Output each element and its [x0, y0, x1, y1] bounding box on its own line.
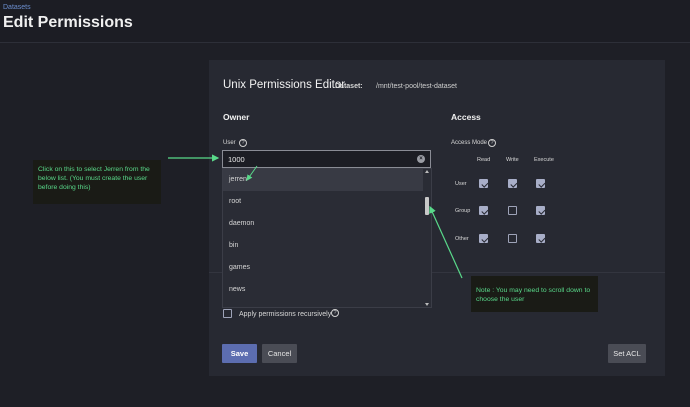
- user-option-bin[interactable]: bin: [223, 235, 423, 257]
- user-label: User: [223, 140, 236, 146]
- save-button[interactable]: Save: [222, 344, 257, 363]
- user-write-checkbox[interactable]: [508, 179, 517, 188]
- user-option-daemon[interactable]: daemon: [223, 213, 423, 235]
- user-input[interactable]: 1000 ×: [222, 150, 431, 168]
- access-section-title: Access: [451, 112, 481, 122]
- scroll-down-icon[interactable]: [425, 303, 429, 306]
- clear-icon[interactable]: ×: [417, 155, 425, 163]
- access-mode-label: Access Mode: [451, 140, 488, 146]
- user-option-news[interactable]: news: [223, 279, 423, 301]
- other-write-checkbox[interactable]: [508, 234, 517, 243]
- user-execute-checkbox[interactable]: [536, 179, 545, 188]
- apply-recursively-label: Apply permissions recursively: [239, 311, 332, 318]
- cancel-button[interactable]: Cancel: [262, 344, 297, 363]
- user-dropdown-list[interactable]: jerren root daemon bin games news: [222, 168, 432, 308]
- help-icon[interactable]: ?: [331, 309, 339, 317]
- column-write: Write: [506, 157, 519, 163]
- scroll-up-icon[interactable]: [425, 170, 429, 173]
- user-option-root[interactable]: root: [223, 191, 423, 213]
- user-read-checkbox[interactable]: [479, 179, 488, 188]
- group-read-checkbox[interactable]: [479, 206, 488, 215]
- help-icon[interactable]: ?: [488, 139, 496, 147]
- row-user-label: User: [455, 181, 467, 187]
- dataset-path: /mnt/test-pool/test-dataset: [376, 83, 457, 90]
- page-title: Edit Permissions: [3, 14, 133, 31]
- group-write-checkbox[interactable]: [508, 206, 517, 215]
- row-other-label: Other: [455, 236, 469, 242]
- column-read: Read: [477, 157, 491, 163]
- column-execute: Execute: [534, 157, 554, 163]
- group-execute-checkbox[interactable]: [536, 206, 545, 215]
- user-option-jerren[interactable]: jerren: [223, 169, 423, 191]
- dropdown-scrollbar-thumb[interactable]: [425, 197, 429, 215]
- help-icon[interactable]: ?: [239, 139, 247, 147]
- set-acl-button[interactable]: Set ACL: [608, 344, 646, 363]
- annotation-note-left: Click on this to select Jerren from the …: [33, 160, 161, 204]
- owner-section-title: Owner: [223, 112, 250, 122]
- other-read-checkbox[interactable]: [479, 234, 488, 243]
- annotation-note-right: Note : You may need to scroll down to ch…: [471, 276, 598, 312]
- page-header: Datasets Edit Permissions: [0, 0, 690, 43]
- user-option-games[interactable]: games: [223, 257, 423, 279]
- row-group-label: Group: [455, 208, 471, 214]
- user-input-value: 1000: [228, 155, 245, 164]
- apply-recursively-checkbox[interactable]: [223, 309, 232, 318]
- dataset-label: Dataset:: [335, 83, 363, 90]
- other-execute-checkbox[interactable]: [536, 234, 545, 243]
- editor-title: Unix Permissions Editor: [223, 79, 346, 91]
- breadcrumb-datasets[interactable]: Datasets: [3, 4, 31, 11]
